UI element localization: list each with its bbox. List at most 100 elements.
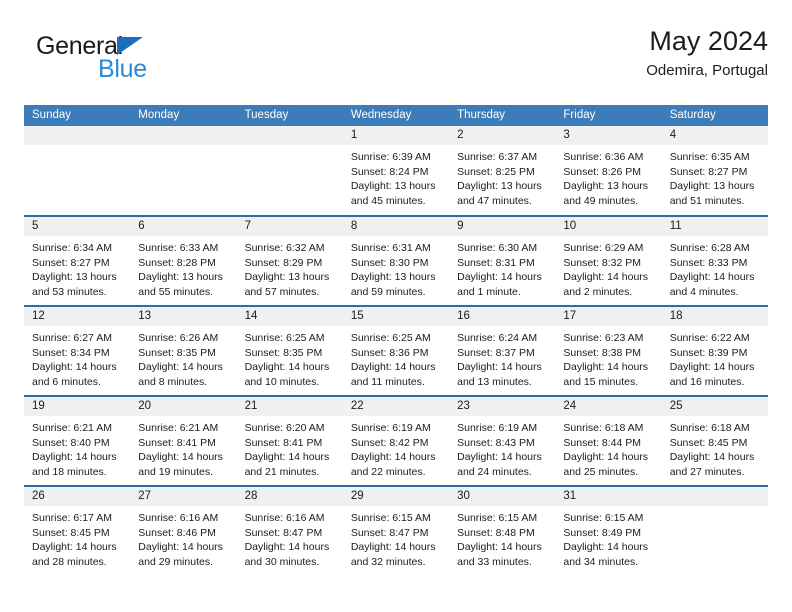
sunset-text: Sunset: 8:31 PM <box>457 256 535 269</box>
day-details: Sunrise: 6:16 AM Sunset: 8:46 PM Daylight:… <box>130 506 236 569</box>
daylight-text: Daylight: 13 hours and 57 minutes. <box>244 271 330 298</box>
calendar-day-cell[interactable]: 16 Sunrise: 6:24 AM Sunset: 8:37 PM Dayligh… <box>449 305 556 396</box>
calendar-empty-cell <box>24 126 131 216</box>
calendar-day-cell[interactable]: 27 Sunrise: 6:16 AM Sunset: 8:46 PM Dayligh… <box>130 485 237 576</box>
calendar-day-cell[interactable]: 29 Sunrise: 6:15 AM Sunset: 8:47 PM Dayligh… <box>342 485 450 576</box>
day-number: 22 <box>342 397 450 416</box>
day-details: Sunrise: 6:34 AM Sunset: 8:27 PM Daylight:… <box>24 236 130 299</box>
calendar-day-cell[interactable]: 5 Sunrise: 6:34 AM Sunset: 8:27 PM Daylight… <box>24 215 131 306</box>
sunrise-text: Sunrise: 6:15 AM <box>563 512 644 524</box>
brand-logo[interactable]: General Blue <box>36 32 236 88</box>
sunrise-text: Sunrise: 6:25 AM <box>244 332 325 344</box>
weekday-header-sunday: Sunday <box>24 105 131 126</box>
day-number: 29 <box>342 487 450 506</box>
day-number: 11 <box>661 217 768 236</box>
day-number: 4 <box>661 126 768 145</box>
title-block: May 2024 Odemira, Portugal <box>646 24 768 82</box>
sunset-text: Sunset: 8:26 PM <box>563 165 642 178</box>
day-number: 20 <box>130 397 237 416</box>
sunrise-text: Sunrise: 6:18 AM <box>669 422 750 434</box>
day-number <box>130 126 237 145</box>
calendar-empty-cell <box>130 126 237 216</box>
day-details: Sunrise: 6:31 AM Sunset: 8:30 PM Daylight:… <box>343 236 449 299</box>
calendar-day-cell[interactable]: 10 Sunrise: 6:29 AM Sunset: 8:32 PM Dayligh… <box>555 215 662 306</box>
calendar-day-cell[interactable]: 18 Sunrise: 6:22 AM Sunset: 8:39 PM Dayligh… <box>661 305 768 396</box>
sunrise-text: Sunrise: 6:29 AM <box>563 242 644 254</box>
calendar-day-cell[interactable]: 14 Sunrise: 6:25 AM Sunset: 8:35 PM Dayligh… <box>236 305 343 396</box>
calendar-day-cell[interactable]: 30 Sunrise: 6:15 AM Sunset: 8:48 PM Dayligh… <box>449 485 556 576</box>
day-number <box>661 487 768 506</box>
calendar-day-cell[interactable]: 22 Sunrise: 6:19 AM Sunset: 8:42 PM Dayligh… <box>342 395 450 486</box>
calendar-week-row: 19 Sunrise: 6:21 AM Sunset: 8:40 PM Dayligh… <box>24 395 768 486</box>
day-details: Sunrise: 6:24 AM Sunset: 8:37 PM Daylight:… <box>449 326 555 389</box>
daylight-text: Daylight: 14 hours and 18 minutes. <box>32 451 117 478</box>
day-details: Sunrise: 6:30 AM Sunset: 8:31 PM Daylight:… <box>449 236 555 299</box>
day-details: Sunrise: 6:32 AM Sunset: 8:29 PM Daylight:… <box>237 236 343 299</box>
sunrise-text: Sunrise: 6:19 AM <box>350 422 431 434</box>
day-number: 10 <box>555 217 662 236</box>
sunrise-text: Sunrise: 6:32 AM <box>244 242 325 254</box>
calendar-day-cell[interactable]: 20 Sunrise: 6:21 AM Sunset: 8:41 PM Dayligh… <box>130 395 237 486</box>
weekday-header-saturday: Saturday <box>661 105 768 126</box>
daylight-text: Daylight: 14 hours and 16 minutes. <box>669 361 755 388</box>
calendar-day-cell[interactable]: 4 Sunrise: 6:35 AM Sunset: 8:27 PM Daylight… <box>661 126 768 216</box>
calendar-day-cell[interactable]: 17 Sunrise: 6:23 AM Sunset: 8:38 PM Dayligh… <box>555 305 662 396</box>
calendar-day-cell[interactable]: 19 Sunrise: 6:21 AM Sunset: 8:40 PM Dayligh… <box>24 395 131 486</box>
calendar-day-cell[interactable]: 21 Sunrise: 6:20 AM Sunset: 8:41 PM Dayligh… <box>236 395 343 486</box>
day-number: 21 <box>236 397 343 416</box>
sunset-text: Sunset: 8:47 PM <box>244 526 323 539</box>
daylight-text: Daylight: 14 hours and 34 minutes. <box>563 541 649 568</box>
day-number: 26 <box>24 487 131 506</box>
sunrise-text: Sunrise: 6:30 AM <box>457 242 538 254</box>
calendar-day-cell[interactable]: 31 Sunrise: 6:15 AM Sunset: 8:49 PM Dayligh… <box>555 485 662 576</box>
sunset-text: Sunset: 8:34 PM <box>32 346 110 359</box>
calendar-day-cell[interactable]: 7 Sunrise: 6:32 AM Sunset: 8:29 PM Daylight… <box>236 215 343 306</box>
sunset-text: Sunset: 8:25 PM <box>457 165 535 178</box>
calendar-day-cell[interactable]: 6 Sunrise: 6:33 AM Sunset: 8:28 PM Daylight… <box>130 215 237 306</box>
sunrise-text: Sunrise: 6:28 AM <box>669 242 750 254</box>
page-title: May 2024 <box>649 26 768 56</box>
day-details: Sunrise: 6:26 AM Sunset: 8:35 PM Daylight:… <box>130 326 236 389</box>
day-number: 3 <box>555 126 662 145</box>
daylight-text: Daylight: 14 hours and 13 minutes. <box>457 361 542 388</box>
day-details: Sunrise: 6:20 AM Sunset: 8:41 PM Daylight:… <box>237 416 343 479</box>
calendar-day-cell[interactable]: 25 Sunrise: 6:18 AM Sunset: 8:45 PM Dayligh… <box>661 395 768 486</box>
sunrise-text: Sunrise: 6:21 AM <box>138 422 219 434</box>
daylight-text: Daylight: 14 hours and 15 minutes. <box>563 361 649 388</box>
day-details: Sunrise: 6:19 AM Sunset: 8:43 PM Daylight:… <box>449 416 555 479</box>
calendar-day-cell[interactable]: 9 Sunrise: 6:30 AM Sunset: 8:31 PM Daylight… <box>449 215 556 306</box>
day-number: 23 <box>449 397 556 416</box>
daylight-text: Daylight: 13 hours and 49 minutes. <box>563 180 649 207</box>
page-header: General Blue May 2024 Odemira, Portugal <box>24 24 768 96</box>
calendar-day-cell[interactable]: 15 Sunrise: 6:25 AM Sunset: 8:36 PM Dayligh… <box>342 305 450 396</box>
day-details: Sunrise: 6:39 AM Sunset: 8:24 PM Daylight:… <box>343 145 449 208</box>
page-subtitle: Odemira, Portugal <box>646 62 768 79</box>
sunset-text: Sunset: 8:48 PM <box>457 526 535 539</box>
calendar-day-cell[interactable]: 12 Sunrise: 6:27 AM Sunset: 8:34 PM Dayligh… <box>24 305 131 396</box>
day-details: Sunrise: 6:16 AM Sunset: 8:47 PM Daylight:… <box>237 506 343 569</box>
calendar-day-cell[interactable]: 24 Sunrise: 6:18 AM Sunset: 8:44 PM Dayligh… <box>555 395 662 486</box>
daylight-text: Daylight: 14 hours and 10 minutes. <box>244 361 330 388</box>
calendar-day-cell[interactable]: 13 Sunrise: 6:26 AM Sunset: 8:35 PM Dayligh… <box>130 305 237 396</box>
sunrise-text: Sunrise: 6:23 AM <box>563 332 644 344</box>
calendar-day-cell[interactable]: 23 Sunrise: 6:19 AM Sunset: 8:43 PM Dayligh… <box>449 395 556 486</box>
calendar-week-row: 12 Sunrise: 6:27 AM Sunset: 8:34 PM Dayligh… <box>24 305 768 396</box>
calendar-day-cell[interactable]: 26 Sunrise: 6:17 AM Sunset: 8:45 PM Dayligh… <box>24 485 131 576</box>
calendar-day-cell[interactable]: 8 Sunrise: 6:31 AM Sunset: 8:30 PM Daylight… <box>342 215 450 306</box>
calendar-day-cell[interactable]: 1 Sunrise: 6:39 AM Sunset: 8:24 PM Daylight… <box>342 126 450 216</box>
day-number: 24 <box>555 397 662 416</box>
daylight-text: Daylight: 14 hours and 29 minutes. <box>138 541 223 568</box>
calendar-day-cell[interactable]: 3 Sunrise: 6:36 AM Sunset: 8:26 PM Daylight… <box>555 126 662 216</box>
calendar-day-cell[interactable]: 11 Sunrise: 6:28 AM Sunset: 8:33 PM Dayligh… <box>661 215 768 306</box>
day-details: Sunrise: 6:15 AM Sunset: 8:47 PM Daylight:… <box>343 506 449 569</box>
day-details: Sunrise: 6:25 AM Sunset: 8:35 PM Daylight:… <box>237 326 343 389</box>
sunrise-text: Sunrise: 6:24 AM <box>457 332 538 344</box>
daylight-text: Daylight: 13 hours and 47 minutes. <box>457 180 542 207</box>
day-details: Sunrise: 6:19 AM Sunset: 8:42 PM Daylight:… <box>343 416 449 479</box>
calendar-day-cell[interactable]: 2 Sunrise: 6:37 AM Sunset: 8:25 PM Daylight… <box>449 126 556 216</box>
sunset-text: Sunset: 8:46 PM <box>138 526 216 539</box>
day-number: 8 <box>342 217 450 236</box>
sunrise-text: Sunrise: 6:22 AM <box>669 332 750 344</box>
day-number: 25 <box>661 397 768 416</box>
calendar-day-cell[interactable]: 28 Sunrise: 6:16 AM Sunset: 8:47 PM Dayligh… <box>236 485 343 576</box>
